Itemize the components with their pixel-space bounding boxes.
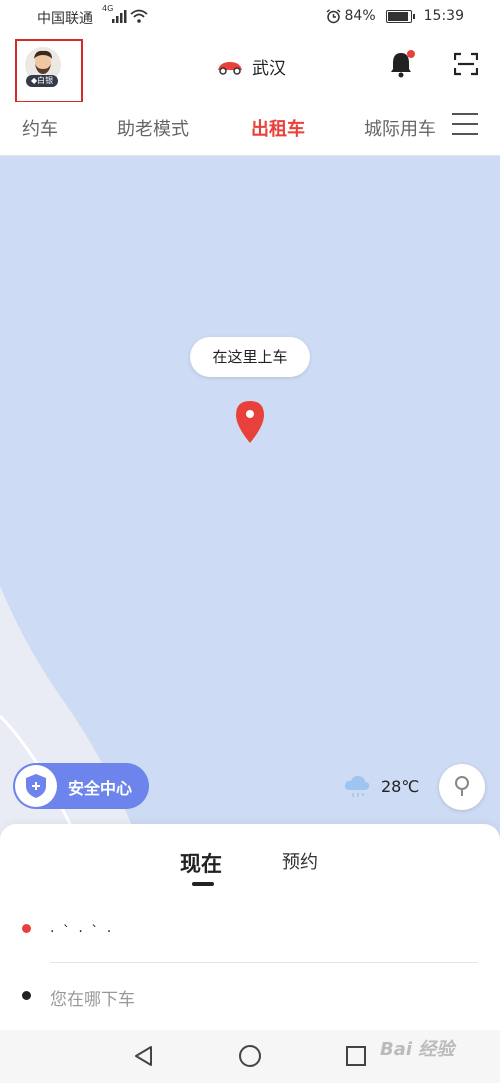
battery-icon bbox=[385, 9, 415, 23]
menu-icon[interactable] bbox=[452, 113, 478, 135]
destination-field[interactable]: 您在哪下车 bbox=[50, 985, 135, 1010]
safety-center-label: 安全中心 bbox=[68, 779, 133, 798]
map-road-shape bbox=[0, 586, 140, 846]
tab-book-car[interactable]: 约车 bbox=[22, 115, 58, 141]
scan-icon[interactable] bbox=[454, 52, 478, 76]
wifi-icon bbox=[130, 9, 148, 23]
shield-icon bbox=[26, 774, 46, 798]
app-header: ◆白银 武汉 bbox=[0, 34, 500, 103]
battery-percent: 84% bbox=[344, 8, 376, 24]
city-selector[interactable]: 武汉 bbox=[216, 54, 286, 79]
signal-icon bbox=[112, 10, 127, 23]
back-icon[interactable] bbox=[132, 1044, 156, 1068]
origin-field[interactable]: · ` · ` · bbox=[50, 924, 113, 940]
location-pin-icon[interactable] bbox=[233, 399, 267, 445]
mode-now[interactable]: 现在 bbox=[180, 848, 222, 878]
alarm-icon bbox=[326, 8, 340, 23]
pin-outline-icon bbox=[455, 776, 469, 796]
temperature: 28℃ bbox=[381, 776, 420, 796]
clock: 15:39 bbox=[423, 8, 464, 24]
notification-button[interactable] bbox=[388, 50, 415, 78]
carrier-label: 中国联通 bbox=[37, 11, 93, 27]
city-name: 武汉 bbox=[252, 59, 286, 79]
member-level: 白银 bbox=[37, 76, 54, 85]
divider bbox=[50, 962, 478, 963]
trip-panel: 现在 预约 · ` · ` · 您在哪下车 bbox=[0, 824, 500, 1030]
weather-widget: 28℃ bbox=[343, 774, 419, 798]
tab-taxi[interactable]: 出租车 bbox=[251, 115, 305, 141]
unread-dot bbox=[407, 50, 415, 58]
locate-button[interactable] bbox=[439, 764, 485, 810]
safety-center-button[interactable]: 安全中心 bbox=[13, 763, 149, 809]
recents-icon[interactable] bbox=[344, 1044, 368, 1068]
mode-reserve[interactable]: 预约 bbox=[282, 848, 318, 874]
status-bar: 中国联通 4G 84% 15:39 bbox=[0, 0, 500, 34]
origin-dot bbox=[22, 924, 31, 933]
user-avatar-button[interactable]: ◆白银 bbox=[15, 39, 83, 103]
destination-dot bbox=[22, 991, 31, 1000]
map-view[interactable]: 在这里上车 安全中心 28℃ bbox=[0, 156, 500, 846]
mode-indicator bbox=[192, 882, 214, 886]
safety-shield bbox=[15, 765, 57, 807]
tab-intercity[interactable]: 城际用车 bbox=[364, 115, 436, 141]
tab-elderly-mode[interactable]: 助老模式 bbox=[117, 115, 189, 141]
cloud-rain-icon bbox=[344, 775, 370, 797]
watermark: Bai 经验 bbox=[380, 1039, 455, 1060]
service-tabs: 约车 助老模式 出租车 城际用车 bbox=[0, 102, 500, 156]
pickup-tooltip: 在这里上车 bbox=[190, 337, 310, 377]
car-icon bbox=[218, 61, 242, 75]
member-badge: ◆白银 bbox=[26, 75, 59, 87]
home-icon[interactable] bbox=[238, 1044, 262, 1068]
